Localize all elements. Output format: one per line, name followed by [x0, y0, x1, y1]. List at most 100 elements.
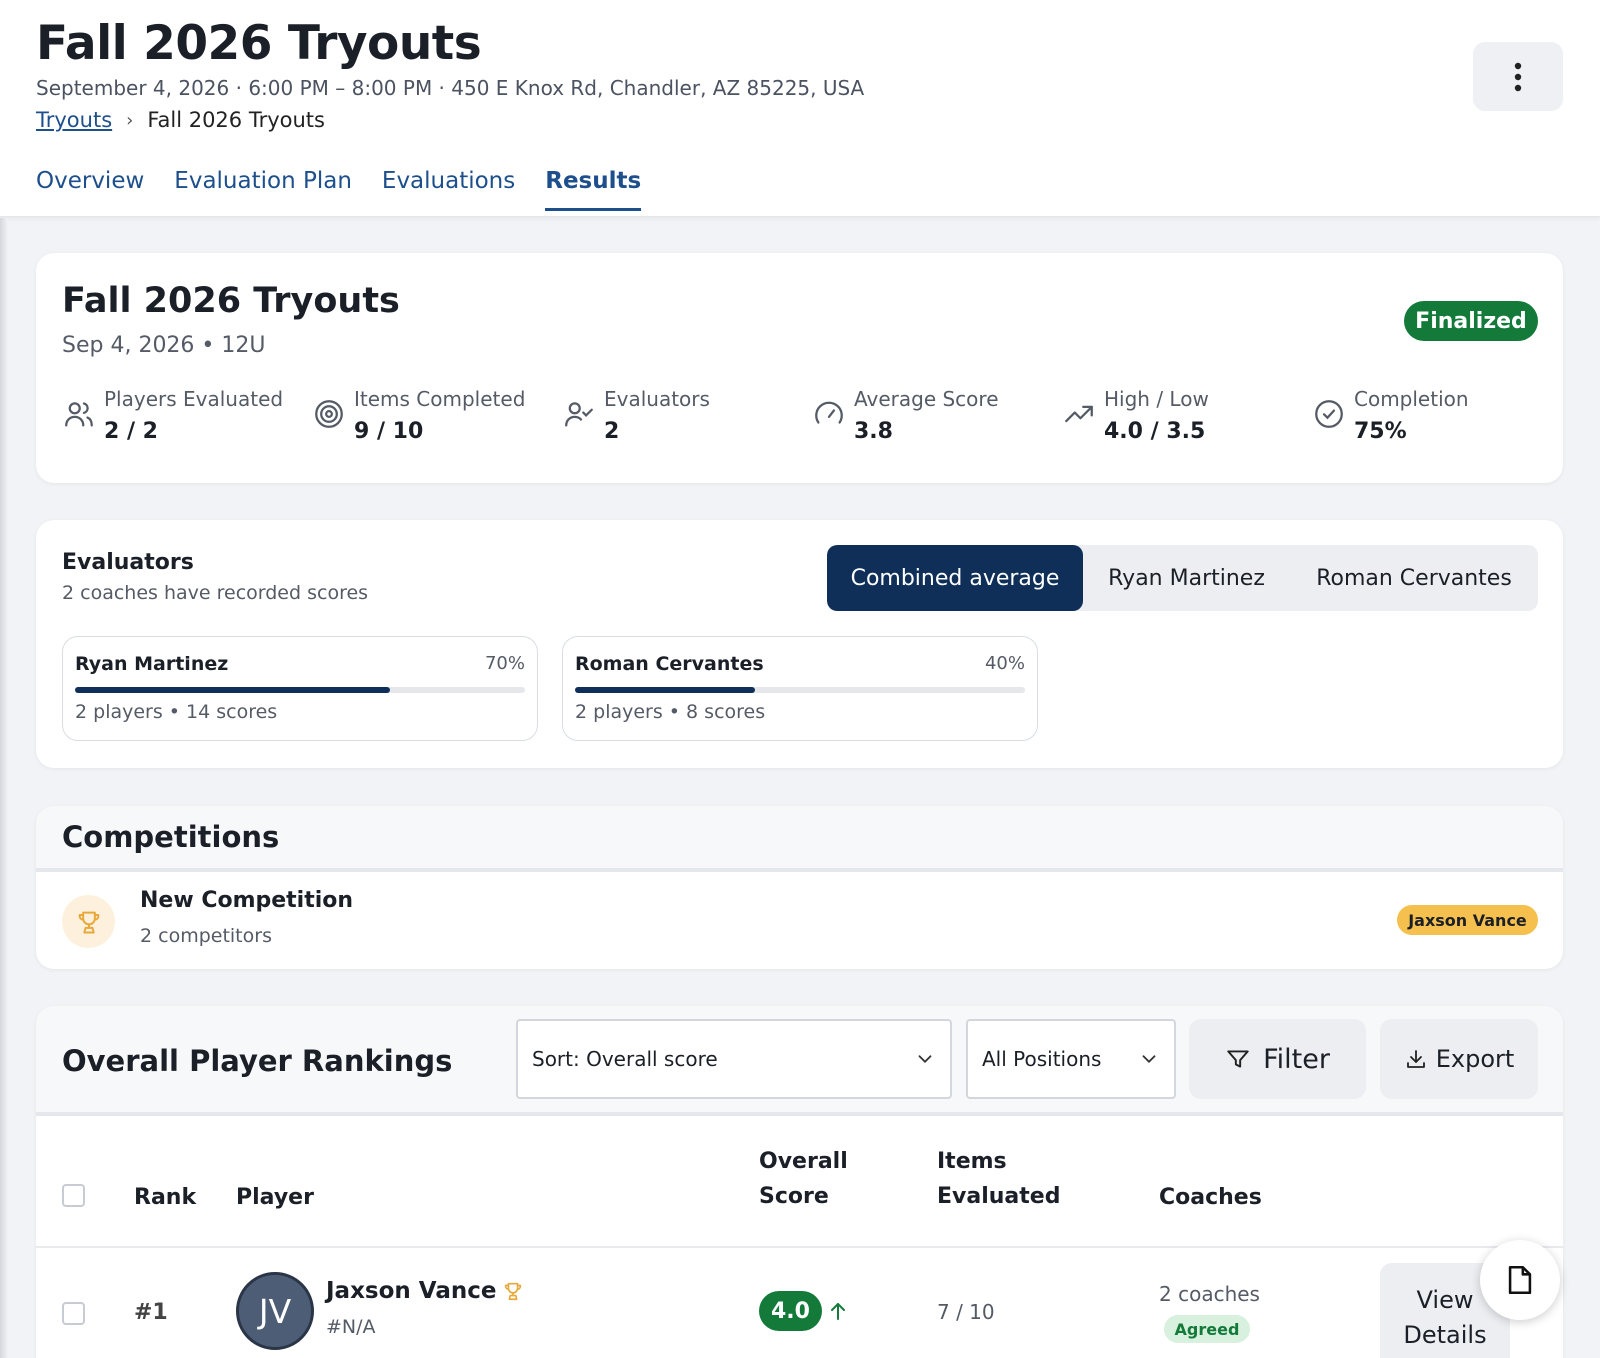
- column-header-items-evaluated[interactable]: Items Evaluated: [937, 1144, 1060, 1214]
- view-option-combined-average[interactable]: Combined average: [827, 545, 1083, 611]
- avatar: JV: [236, 1272, 314, 1350]
- stat-value: 75%: [1354, 419, 1407, 444]
- rankings-header: Overall Player Rankings Sort: Overall sc…: [36, 1006, 1563, 1116]
- breadcrumb-link-tryouts[interactable]: Tryouts: [36, 108, 112, 132]
- table-divider: [36, 1246, 1563, 1248]
- stat-value: 4.0 / 3.5: [1104, 419, 1206, 444]
- stat-value: 3.8: [854, 419, 893, 444]
- coaches-count: 2 coaches: [1159, 1282, 1260, 1306]
- stat-completion: Completion 75%: [1312, 387, 1469, 444]
- view-option-roman-cervantes[interactable]: Roman Cervantes: [1290, 545, 1538, 611]
- rankings-title: Overall Player Rankings: [62, 1044, 453, 1078]
- stat-value: 2 / 2: [104, 419, 158, 444]
- evaluator-view-toggle: Combined average Ryan Martinez Roman Cer…: [827, 545, 1538, 611]
- export-button[interactable]: Export: [1380, 1019, 1538, 1099]
- export-label: Export: [1435, 1045, 1515, 1073]
- trophy-icon: [78, 911, 99, 933]
- trophy-icon: [505, 1282, 522, 1301]
- stat-label: Evaluators: [604, 387, 710, 411]
- page-title: Fall 2026 Tryouts: [36, 16, 482, 71]
- competition-meta: 2 competitors: [140, 925, 272, 947]
- rankings-card: Overall Player Rankings Sort: Overall sc…: [36, 1006, 1563, 1358]
- tab-evaluations[interactable]: Evaluations: [382, 168, 515, 211]
- stat-value: 9 / 10: [354, 419, 424, 444]
- note-icon: [1508, 1265, 1532, 1295]
- column-header-player[interactable]: Player: [236, 1180, 314, 1215]
- more-options-button[interactable]: [1473, 42, 1563, 111]
- view-option-ryan-martinez[interactable]: Ryan Martinez: [1083, 545, 1290, 611]
- chevron-down-icon: [1142, 1055, 1156, 1064]
- filter-button[interactable]: Filter: [1189, 1019, 1366, 1099]
- column-header-coaches[interactable]: Coaches: [1159, 1180, 1262, 1215]
- row-checkbox[interactable]: [62, 1302, 85, 1325]
- breadcrumb-current: Fall 2026 Tryouts: [147, 108, 325, 132]
- select-all-checkbox[interactable]: [62, 1184, 85, 1207]
- column-header-rank[interactable]: Rank: [134, 1180, 196, 1215]
- evaluators-title: Evaluators: [62, 550, 194, 575]
- evaluator-card-ryan-martinez[interactable]: Ryan Martinez 70% 2 players • 14 scores: [62, 636, 538, 741]
- agreement-badge: Agreed: [1164, 1315, 1250, 1343]
- competition-winner-badge: Jaxson Vance: [1397, 905, 1538, 935]
- tab-evaluation-plan[interactable]: Evaluation Plan: [174, 168, 352, 211]
- user-check-icon: [565, 402, 593, 427]
- player-name-text: Jaxson Vance: [326, 1278, 497, 1304]
- status-badge: Finalized: [1404, 301, 1538, 341]
- more-vertical-icon: [1514, 62, 1522, 91]
- evaluator-meta: 2 players • 8 scores: [575, 701, 766, 723]
- stat-label: Items Completed: [354, 387, 526, 411]
- summary-title: Fall 2026 Tryouts: [62, 281, 400, 321]
- page-header: Fall 2026 Tryouts September 4, 2026 · 6:…: [0, 0, 1600, 217]
- stat-label: Completion: [1354, 387, 1469, 411]
- evaluator-progress-fill: [575, 687, 755, 693]
- column-header-overall-score[interactable]: Overall Score: [759, 1144, 848, 1214]
- summary-card: Fall 2026 Tryouts Sep 4, 2026 • 12U Fina…: [36, 253, 1563, 483]
- competitions-title: Competitions: [62, 820, 280, 854]
- filter-icon: [1227, 1050, 1249, 1068]
- left-edge-shadow: [0, 218, 8, 1358]
- users-icon: [65, 402, 93, 427]
- stat-average-score: Average Score 3.8: [812, 387, 999, 444]
- player-name[interactable]: Jaxson Vance: [326, 1278, 524, 1304]
- column-header-line: Score: [759, 1184, 829, 1209]
- stat-high-low: High / Low 4.0 / 3.5: [1062, 387, 1209, 444]
- sort-select[interactable]: Sort: Overall score: [516, 1019, 952, 1099]
- stat-players-evaluated: Players Evaluated 2 / 2: [62, 387, 283, 444]
- position-select[interactable]: All Positions: [966, 1019, 1176, 1099]
- items-evaluated-value: 7 / 10: [937, 1300, 995, 1324]
- competition-name[interactable]: New Competition: [140, 888, 353, 913]
- column-header-line: Evaluated: [937, 1184, 1061, 1209]
- filter-label: Filter: [1263, 1043, 1330, 1075]
- evaluators-card: Evaluators 2 coaches have recorded score…: [36, 520, 1563, 768]
- column-header-line: Overall: [759, 1149, 848, 1174]
- sort-select-value: Sort: Overall score: [532, 1047, 718, 1071]
- overall-score-badge: 4.0: [759, 1291, 822, 1331]
- position-select-value: All Positions: [982, 1047, 1102, 1071]
- tab-overview[interactable]: Overview: [36, 168, 144, 211]
- chevron-down-icon: [918, 1055, 932, 1064]
- view-details-line: Details: [1403, 1321, 1487, 1349]
- trending-up-icon: [1065, 405, 1093, 423]
- evaluator-progress-track: [575, 687, 1025, 693]
- breadcrumb-separator: ›: [126, 109, 134, 131]
- up-arrow-icon: [831, 1303, 845, 1320]
- stat-label: Players Evaluated: [104, 387, 284, 411]
- player-number: #N/A: [326, 1316, 376, 1338]
- column-header-line: Items: [937, 1149, 1007, 1174]
- stat-items-completed: Items Completed 9 / 10: [312, 387, 525, 444]
- player-rank: #1: [134, 1300, 168, 1325]
- stat-value: 2: [604, 419, 620, 444]
- gauge-icon: [815, 401, 843, 424]
- evaluator-card-roman-cervantes[interactable]: Roman Cervantes 40% 2 players • 8 scores: [562, 636, 1038, 741]
- competitions-header: Competitions: [36, 806, 1563, 872]
- evaluator-progress-track: [75, 687, 525, 693]
- stat-evaluators: Evaluators 2: [562, 387, 710, 444]
- breadcrumb: Tryouts › Fall 2026 Tryouts: [36, 108, 325, 132]
- notes-fab-button[interactable]: [1480, 1240, 1560, 1320]
- evaluator-percent: 70%: [484, 653, 525, 674]
- tab-results[interactable]: Results: [545, 168, 642, 211]
- competition-icon-badge: [62, 895, 115, 948]
- evaluator-name: Roman Cervantes: [575, 653, 764, 675]
- evaluator-name: Ryan Martinez: [75, 653, 229, 675]
- evaluator-percent: 40%: [984, 653, 1025, 674]
- evaluator-progress-fill: [75, 687, 390, 693]
